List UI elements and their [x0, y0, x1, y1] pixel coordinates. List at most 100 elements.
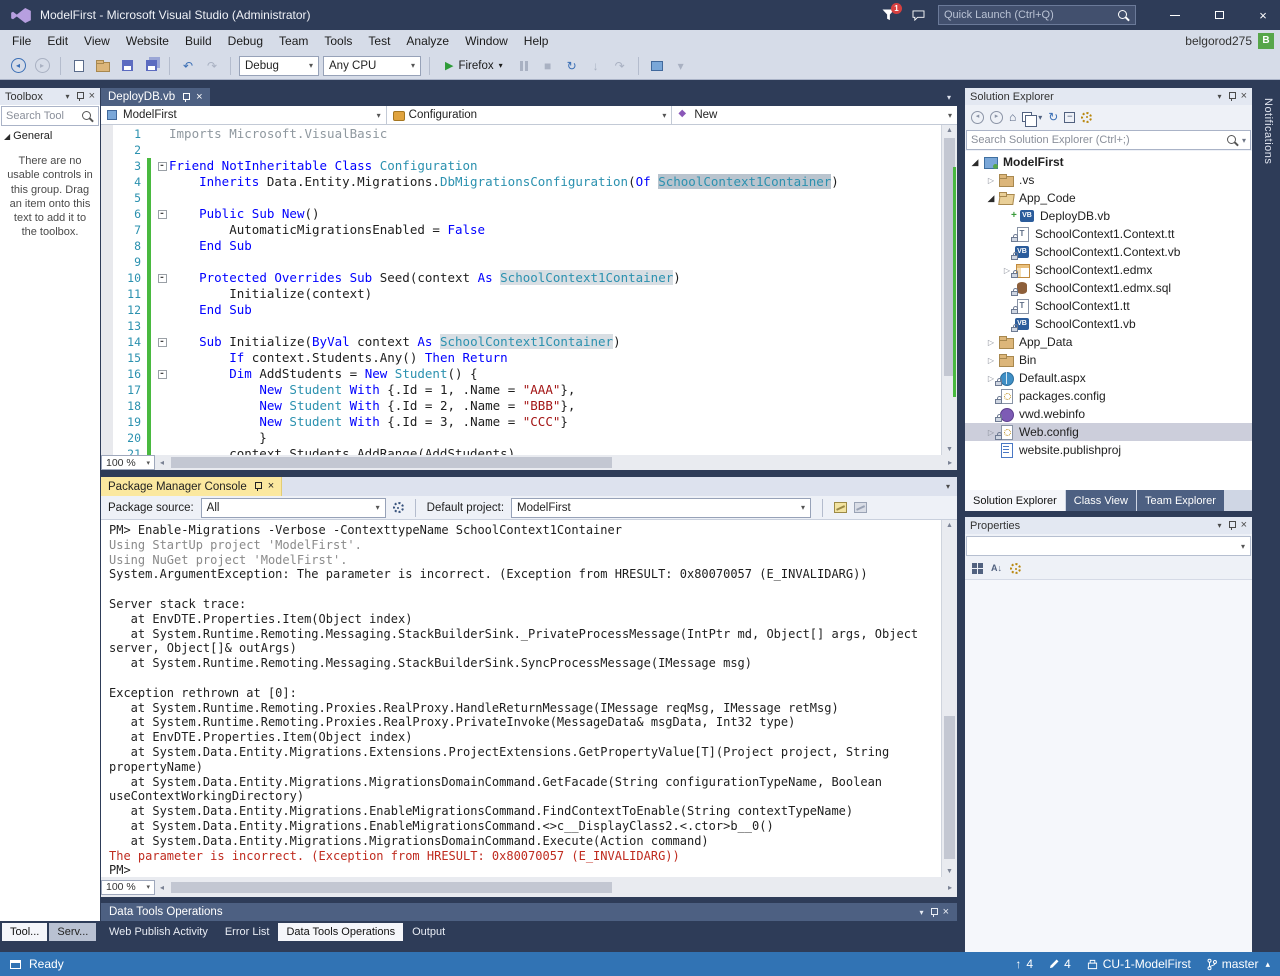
collapse-all-button[interactable]: −: [1064, 109, 1076, 125]
forward-button[interactable]: ▸: [990, 109, 1003, 125]
alphabetical-button[interactable]: A↓: [991, 561, 1002, 577]
tab-solution-explorer[interactable]: Solution Explorer: [965, 490, 1065, 511]
menu-test[interactable]: Test: [360, 30, 398, 52]
pin-icon[interactable]: [181, 92, 191, 103]
expander-icon[interactable]: ▷: [985, 356, 997, 365]
user-avatar[interactable]: B: [1258, 33, 1274, 49]
tree-item-web-config[interactable]: ▷ Web.config: [965, 423, 1252, 441]
scroll-right-icon[interactable]: ▸: [943, 455, 957, 470]
code-editor[interactable]: 1 Imports Microsoft.VisualBasic 2 3- Friend …: [101, 125, 957, 455]
navigate-backward-button[interactable]: ◂: [8, 56, 28, 76]
window-menu-icon[interactable]: ▾: [1218, 521, 1222, 530]
fold-toggle[interactable]: -: [157, 337, 167, 347]
editor-vertical-scrollbar[interactable]: ▲ ▼: [941, 125, 957, 455]
stop-button[interactable]: ■: [538, 56, 558, 76]
fold-toggle[interactable]: -: [157, 161, 167, 171]
pin-icon[interactable]: [253, 481, 262, 492]
solution-platform-dropdown[interactable]: Any CPU ▾: [323, 55, 421, 76]
tree-item-packages-config[interactable]: packages.config: [965, 387, 1252, 405]
menu-analyze[interactable]: Analyze: [398, 30, 457, 52]
close-icon[interactable]: ×: [943, 906, 949, 918]
editor-horizontal-scrollbar[interactable]: ◂ ▸: [155, 455, 957, 470]
package-source-dropdown[interactable]: All ▾: [200, 497, 386, 518]
filter-icon[interactable]: 1: [878, 3, 902, 25]
home-button[interactable]: ⌂: [1009, 109, 1016, 125]
toolbox-section-general[interactable]: ◢ General: [0, 127, 100, 145]
fold-toggle[interactable]: -: [157, 369, 167, 379]
tree-item-deploydb-vb[interactable]: + DeployDB.vb: [965, 207, 1252, 225]
browser-link-button[interactable]: [647, 56, 667, 76]
menu-help[interactable]: Help: [516, 30, 557, 52]
branch-button[interactable]: master ▴: [1207, 957, 1270, 971]
incoming-commits-button[interactable]: ↑ 4: [1015, 957, 1033, 971]
menu-team[interactable]: Team: [271, 30, 316, 52]
save-all-button[interactable]: [141, 56, 161, 76]
chevron-down-icon[interactable]: ▾: [1242, 136, 1246, 145]
tree-item-app-code[interactable]: ◢ App_Code: [965, 189, 1252, 207]
scroll-left-icon[interactable]: ◂: [155, 455, 169, 470]
zoom-level-dropdown[interactable]: 100 % ▾: [101, 455, 155, 470]
gear-icon[interactable]: [392, 502, 404, 513]
tree-item-vs[interactable]: ▷ .vs: [965, 171, 1252, 189]
menu-website[interactable]: Website: [118, 30, 177, 52]
refresh-button[interactable]: ↻: [1048, 109, 1058, 125]
expander-icon[interactable]: ◢: [985, 193, 997, 204]
scroll-up-icon[interactable]: ▲: [942, 127, 957, 134]
properties-object-dropdown[interactable]: ▾: [966, 536, 1251, 556]
chevron-down-icon[interactable]: ▾: [1038, 109, 1042, 125]
zoom-level-dropdown[interactable]: 100 % ▾: [101, 879, 155, 895]
tree-item-app-data[interactable]: ▷ App_Data: [965, 333, 1252, 351]
tree-item-bin[interactable]: ▷ Bin: [965, 351, 1252, 369]
scroll-down-icon[interactable]: ▼: [942, 868, 957, 875]
default-project-dropdown[interactable]: ModelFirst ▾: [511, 497, 812, 518]
scrollbar-thumb[interactable]: [944, 716, 955, 860]
close-button[interactable]: ×: [1246, 2, 1280, 28]
categorized-button[interactable]: [972, 561, 983, 577]
tree-item-default-aspx[interactable]: ▷ Default.aspx: [965, 369, 1252, 387]
back-button[interactable]: ◂: [971, 109, 984, 125]
console-output[interactable]: PM> Enable-Migrations -Verbose -Contextt…: [101, 520, 941, 877]
scroll-left-icon[interactable]: ◂: [155, 880, 169, 895]
tab-team-explorer[interactable]: Team Explorer: [1137, 490, 1224, 511]
tree-item-schoolcontext1-tt[interactable]: SchoolContext1.tt: [965, 297, 1252, 315]
window-menu-icon[interactable]: ▾: [920, 908, 924, 917]
repository-button[interactable]: CU-1-ModelFirst: [1087, 957, 1191, 971]
open-file-button[interactable]: [93, 56, 113, 76]
menu-tools[interactable]: Tools: [316, 30, 360, 52]
pin-icon[interactable]: [75, 91, 84, 102]
scrollbar-thumb[interactable]: [171, 457, 613, 468]
stop-command-button[interactable]: [854, 502, 868, 513]
document-tab-deploydb[interactable]: DeployDB.vb ×: [101, 88, 210, 106]
feedback-icon[interactable]: [908, 5, 928, 25]
solution-configuration-dropdown[interactable]: Debug ▾: [239, 55, 319, 76]
window-menu-icon[interactable]: ▾: [66, 92, 70, 101]
pin-icon[interactable]: [1227, 91, 1236, 102]
minimize-button[interactable]: [1158, 2, 1192, 28]
pmc-horizontal-scrollbar[interactable]: ◂ ▸: [155, 880, 957, 895]
tree-item-website-publishproj[interactable]: website.publishproj: [965, 441, 1252, 459]
properties-gear-button[interactable]: [1081, 109, 1093, 125]
scroll-down-icon[interactable]: ▼: [942, 446, 957, 453]
restart-button[interactable]: ↻: [562, 56, 582, 76]
tab-class-view[interactable]: Class View: [1065, 490, 1136, 511]
close-icon[interactable]: ×: [1241, 520, 1247, 531]
close-icon[interactable]: ×: [1241, 91, 1247, 102]
member-dropdown[interactable]: New ▾: [672, 106, 958, 124]
menu-file[interactable]: File: [4, 30, 39, 52]
quick-launch-input[interactable]: [944, 9, 1117, 21]
tab-web-publish-activity[interactable]: Web Publish Activity: [101, 923, 216, 941]
tree-item-schoolcontext1-context-vb[interactable]: SchoolContext1.Context.vb: [965, 243, 1252, 261]
active-files-dropdown-icon[interactable]: ▾: [947, 93, 951, 102]
solution-explorer-search-input[interactable]: [971, 134, 1223, 146]
step-over-button[interactable]: ↷: [610, 56, 630, 76]
menu-edit[interactable]: Edit: [39, 30, 76, 52]
expander-icon[interactable]: ▷: [985, 176, 997, 185]
show-all-files-button[interactable]: [1022, 109, 1038, 127]
pin-icon[interactable]: [1227, 520, 1236, 531]
clear-console-button[interactable]: [834, 502, 848, 513]
expander-icon[interactable]: ▷: [985, 338, 997, 347]
menu-debug[interactable]: Debug: [220, 30, 271, 52]
pin-icon[interactable]: [929, 907, 938, 918]
tab-tool[interactable]: Tool...: [2, 923, 48, 941]
menu-build[interactable]: Build: [177, 30, 220, 52]
